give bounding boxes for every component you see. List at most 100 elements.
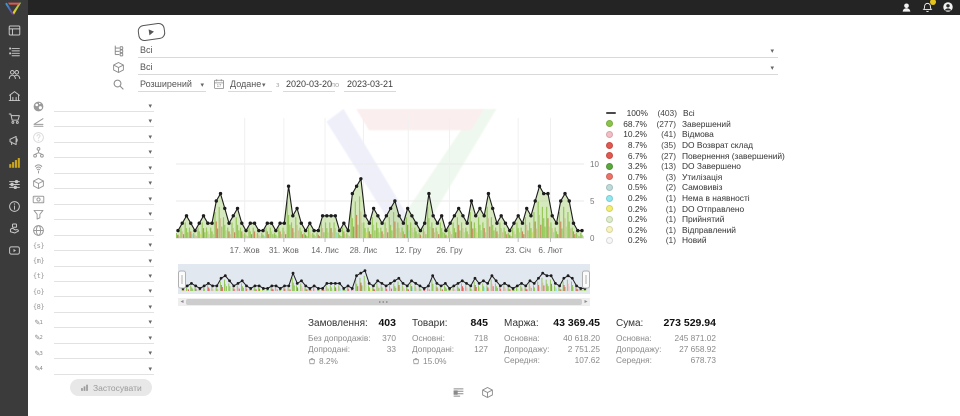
legend-item[interactable]: 0.2%(1)DO Отправлено [606, 203, 785, 214]
product-select[interactable]: Всі ▾ [138, 61, 778, 75]
video-tutorial-button[interactable] [137, 22, 166, 42]
filter-row-funnel: ▾ [32, 208, 154, 222]
info-icon [8, 200, 21, 213]
sidebar-item-settings[interactable] [6, 178, 22, 191]
sidebar-item-procurement[interactable] [6, 112, 22, 125]
chevron-down-icon: ▾ [148, 195, 152, 203]
legend-count: (41) [647, 129, 676, 139]
legend-dot-swatch [606, 216, 613, 223]
filter-select[interactable]: ▾ [54, 224, 154, 236]
hierarchy-icon [32, 146, 45, 159]
play-icon [149, 29, 155, 36]
sidebar-item-info[interactable] [6, 200, 22, 213]
avatar-icon[interactable] [942, 1, 954, 13]
legend-percent: 0.2% [618, 225, 647, 235]
filter-select[interactable]: ▾ [54, 177, 154, 189]
package-icon[interactable] [481, 386, 494, 399]
legend-count: (277) [647, 119, 676, 129]
legend-item[interactable]: 8.7%(35)DO Возврат склад [606, 140, 785, 151]
scroll-left-icon[interactable]: ◂ [178, 298, 186, 306]
filter-select[interactable]: ▾ [54, 255, 154, 267]
filter-select[interactable]: ▾ [54, 301, 154, 313]
legend-item[interactable]: 0.5%(2)Самовивіз [606, 182, 785, 193]
date-to-input[interactable]: 2023-03-21 [344, 78, 396, 92]
chart-navigator[interactable] [178, 264, 590, 296]
svg-text:6. Лют: 6. Лют [538, 246, 562, 255]
sidebar-item-clients[interactable] [6, 68, 22, 81]
sidebar-item-dashboard[interactable] [6, 24, 22, 37]
filter-row-help: ▾ [32, 131, 154, 145]
list-icon[interactable] [452, 386, 465, 399]
legend-item[interactable]: 0.2%(1)Прийнятий [606, 214, 785, 225]
legend-count: (2) [647, 182, 676, 192]
legend-item[interactable]: 6.7%(27)Повернення (завершений) [606, 150, 785, 161]
filter-select[interactable]: ▾ [54, 332, 154, 344]
legend-item[interactable]: 3.2%(13)DO Завершено [606, 161, 785, 172]
sidebar-item-orders[interactable] [6, 46, 22, 59]
legend-item[interactable]: 0.2%(1)Відправлений [606, 225, 785, 236]
orders-chart[interactable]: 051017. Жов31. Жов14. Лис28. Лис12. Гру2… [176, 96, 608, 260]
app-logo[interactable] [4, 1, 24, 17]
filter-select[interactable]: ▾ [54, 208, 154, 220]
legend-label: Утилізація [682, 172, 722, 182]
filter-select[interactable]: ▾ [54, 316, 154, 328]
legend-item[interactable]: 68.7%(277)Завершений [606, 119, 785, 130]
legend-percent: 0.2% [618, 235, 647, 245]
filter-select[interactable]: ▾ [54, 131, 154, 143]
legend-dot-swatch [606, 195, 613, 202]
legend-percent: 0.5% [618, 182, 647, 192]
stat-title: Маржа: [504, 318, 539, 329]
filter-select[interactable]: ▾ [54, 347, 154, 359]
category-select[interactable]: Всі ▾ [138, 44, 778, 58]
chart-legend: 100%(403)Всі68.7%(277)Завершений10.2%(41… [606, 108, 785, 246]
scrollbar-thumb[interactable] [186, 299, 582, 305]
filter-select[interactable]: ▾ [54, 162, 154, 174]
stat-column: Товари:845Основні:718Допродані:12715.0% [412, 317, 488, 366]
legend-item[interactable]: 0.2%(1)Нема в наявності [606, 193, 785, 204]
search-mode-select[interactable]: Розширений ▾ [138, 78, 206, 92]
filter-select[interactable]: ▾ [54, 270, 154, 282]
filter-select[interactable]: ▾ [54, 239, 154, 251]
legend-label: Нема в наявності [682, 193, 750, 203]
filter-select[interactable]: ▾ [54, 100, 154, 112]
filter-row-pencil-4: ✎4▾ [32, 363, 154, 377]
legend-count: (3) [647, 172, 676, 182]
filter-select[interactable]: ▾ [54, 115, 154, 127]
sidebar-item-store[interactable] [6, 90, 22, 103]
chevron-down-icon: ▾ [148, 349, 152, 357]
svg-text:0: 0 [590, 234, 595, 243]
filter-select[interactable]: ▾ [54, 363, 154, 375]
legend-percent: 0.2% [618, 214, 647, 224]
stat-column: Замовлення:403Без допродажів:370Допродан… [308, 317, 396, 366]
megaphone-icon [8, 134, 21, 147]
sidebar-item-care[interactable] [6, 222, 22, 235]
filter-select[interactable]: ▾ [54, 285, 154, 297]
chart-scrollbar[interactable]: ◂ ▸ [178, 298, 590, 306]
legend-percent: 100% [619, 108, 648, 118]
sidebar-item-marketing[interactable] [6, 134, 22, 147]
stat-subrow: Основна:245 871.02 [616, 333, 716, 344]
summary-stats: Замовлення:403Без допродажів:370Допродан… [308, 317, 716, 366]
filter-select[interactable]: ▾ [54, 193, 154, 205]
filter-select[interactable]: ▾ [54, 146, 154, 158]
search-icon[interactable] [112, 78, 125, 91]
apply-button[interactable]: Застосувати [70, 379, 152, 396]
legend-item[interactable]: 10.2%(41)Відмова [606, 129, 785, 140]
svg-text:5: 5 [590, 197, 595, 206]
legend-item[interactable]: 100%(403)Всі [606, 108, 785, 119]
notification-badge [930, 0, 936, 5]
user-icon[interactable] [900, 1, 912, 13]
chevron-down-icon[interactable]: ▾ [262, 81, 266, 89]
globe-icon [32, 224, 45, 237]
sidebar-item-statistics[interactable] [6, 156, 22, 169]
sidebar-item-video-tutorials[interactable] [6, 244, 22, 257]
scroll-right-icon[interactable]: ▸ [582, 298, 590, 306]
chevron-down-icon: ▾ [148, 226, 152, 234]
bell-icon[interactable] [921, 1, 933, 13]
stat-title: Замовлення: [308, 318, 368, 329]
legend-item[interactable]: 0.7%(3)Утилізація [606, 172, 785, 183]
svg-text:14. Лис: 14. Лис [311, 246, 339, 255]
date-from-input[interactable]: 2020-03-20 [283, 78, 335, 92]
legend-item[interactable]: 0.2%(1)Новий [606, 235, 785, 246]
legend-percent: 6.7% [618, 151, 647, 161]
